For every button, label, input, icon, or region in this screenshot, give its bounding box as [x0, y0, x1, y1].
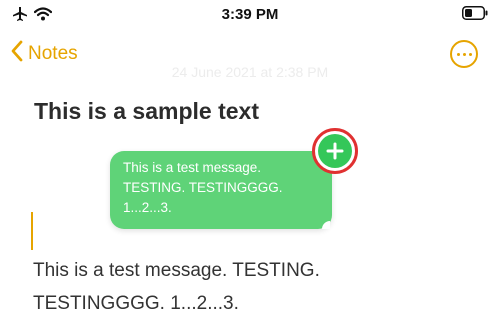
note-title[interactable]: This is a sample text — [34, 98, 259, 125]
add-drop-badge[interactable] — [312, 128, 358, 174]
drag-preview-line: 1...2...3. — [123, 200, 172, 215]
chevron-left-icon — [10, 40, 24, 67]
drag-preview-line: TESTING. TESTINGGGG. — [123, 180, 283, 195]
drag-preview-line: This is a test message. — [123, 160, 262, 175]
back-button-label: Notes — [28, 42, 78, 64]
status-bar: 3:39 PM — [0, 0, 500, 34]
plus-icon — [318, 134, 352, 168]
status-time: 3:39 PM — [221, 6, 279, 23]
back-button[interactable]: Notes — [10, 40, 78, 67]
drag-preview-bubble[interactable]: This is a test message. TESTING. TESTING… — [110, 151, 332, 229]
note-date: 24 June 2021 at 2:38 PM — [171, 64, 329, 80]
battery-icon — [462, 6, 488, 25]
note-body-line: This is a test message. TESTING. — [33, 260, 320, 281]
note-body[interactable]: This is a test message. TESTING. TESTING… — [33, 254, 473, 320]
note-body-line: TESTINGGGG. 1...2...3. — [33, 293, 239, 314]
ellipsis-icon — [456, 52, 460, 56]
bubble-tail — [322, 221, 330, 229]
drag-preview-text: This is a test message. TESTING. TESTING… — [123, 158, 329, 218]
text-cursor — [31, 212, 33, 250]
